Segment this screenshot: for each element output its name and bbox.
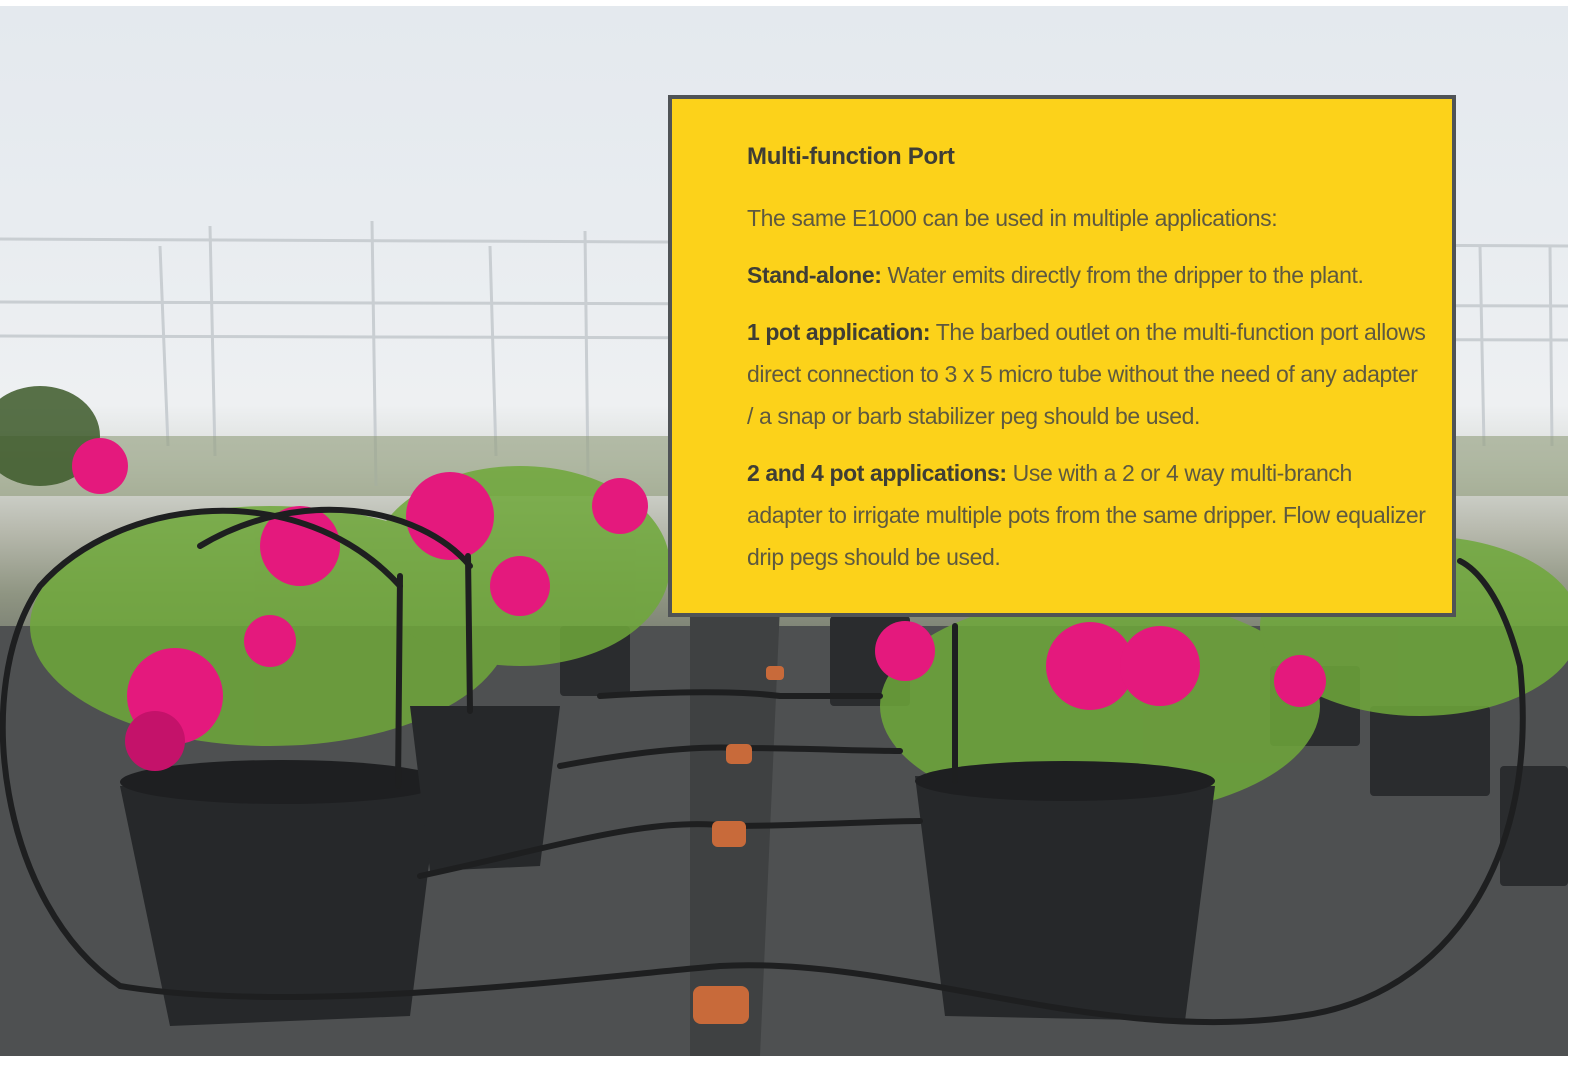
info-item-text: Water emits directly from the dripper to… — [881, 262, 1364, 288]
info-item-label: 1 pot application: — [747, 319, 931, 345]
info-title: Multi-function Port — [747, 143, 955, 170]
info-item-1-pot: 1 pot application: The barbed outlet on … — [747, 311, 1427, 437]
info-item-label: Stand-alone: — [747, 262, 882, 288]
page: Multi-function Port The same E1000 can b… — [0, 0, 1588, 1068]
info-item-label: 2 and 4 pot applications: — [747, 460, 1007, 486]
info-item-stand-alone: Stand-alone: Water emits directly from t… — [747, 254, 1427, 296]
info-intro: The same E1000 can be used in multiple a… — [747, 205, 1278, 231]
info-item-2-and-4-pot: 2 and 4 pot applications: Use with a 2 o… — [747, 452, 1427, 578]
info-content: Multi-function Port The same E1000 can b… — [747, 143, 1427, 593]
info-box: Multi-function Port The same E1000 can b… — [668, 95, 1456, 617]
